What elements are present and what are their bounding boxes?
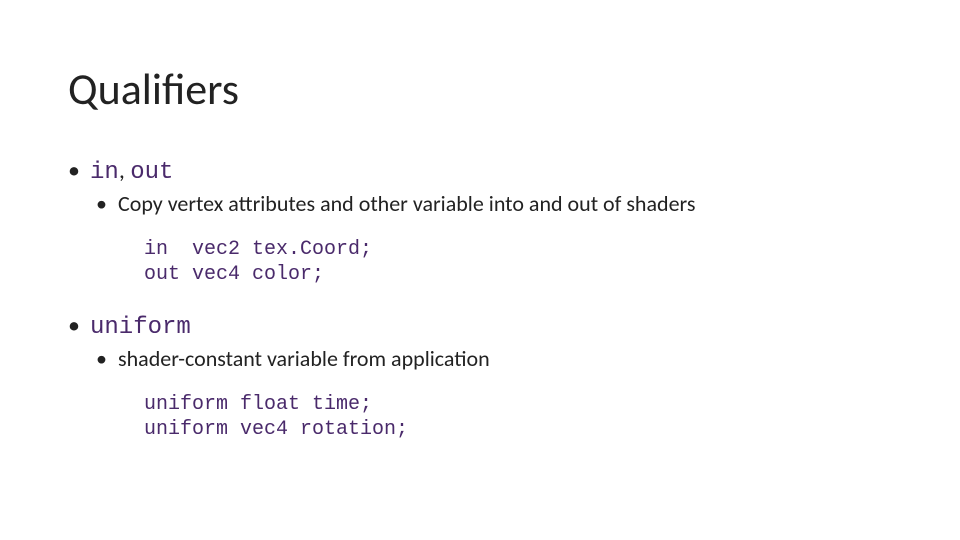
keyword-uniform: uniform xyxy=(90,314,191,341)
keyword-in: in xyxy=(90,159,119,186)
section-in-out: in, out Copy vertex attributes and other… xyxy=(90,156,892,287)
section-uniform: uniform shader-constant variable from ap… xyxy=(90,311,892,442)
slide: Qualifiers in, out Copy vertex attribute… xyxy=(0,0,960,540)
bullet-list-level2: Copy vertex attributes and other variabl… xyxy=(90,190,892,217)
keyword-out: out xyxy=(130,159,173,186)
in-out-description: Copy vertex attributes and other variabl… xyxy=(118,190,892,217)
code-block-in-out: in vec2 tex.Coord; out vec4 color; xyxy=(144,237,892,287)
separator-comma: , xyxy=(119,156,130,185)
bullet-list-level2: shader-constant variable from applicatio… xyxy=(90,345,892,372)
bullet-list-level1: in, out Copy vertex attributes and other… xyxy=(68,156,892,442)
code-block-uniform: uniform float time; uniform vec4 rotatio… xyxy=(144,392,892,442)
uniform-description: shader-constant variable from applicatio… xyxy=(118,345,892,372)
slide-title: Qualifiers xyxy=(68,62,892,116)
